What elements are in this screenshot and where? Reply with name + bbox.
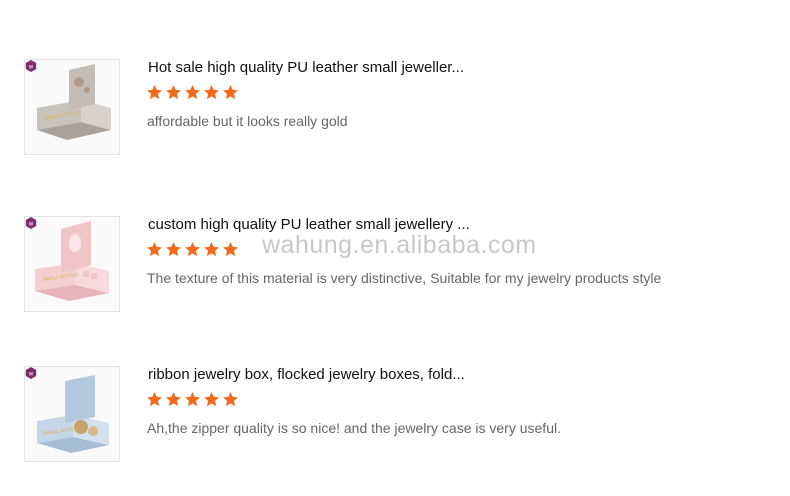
- grey-jewelry-box-icon: SMALL WORLD: [37, 64, 111, 140]
- star-icon: [147, 85, 162, 100]
- review-comment: Ah,the zipper quality is so nice! and th…: [147, 420, 561, 436]
- star-icon: [185, 392, 200, 407]
- review-comment: The texture of this material is very dis…: [147, 270, 662, 286]
- supplier-badge-icon: w: [25, 217, 37, 229]
- product-title[interactable]: custom high quality PU leather small jew…: [148, 216, 470, 233]
- supplier-badge-icon: w: [25, 60, 37, 72]
- star-icon: [166, 242, 181, 257]
- star-icon: [223, 242, 238, 257]
- product-title[interactable]: ribbon jewelry box, flocked jewelry boxe…: [148, 366, 465, 383]
- blue-jewelry-box-icon: SMALL WORLD: [37, 375, 109, 453]
- star-rating: [146, 241, 239, 258]
- star-icon: [166, 85, 181, 100]
- star-rating: [146, 84, 239, 101]
- review-comment: affordable but it looks really gold: [147, 113, 348, 129]
- star-icon: [166, 392, 181, 407]
- product-thumbnail[interactable]: SMALL WORLD w: [24, 366, 120, 462]
- star-rating: [146, 391, 239, 408]
- svg-text:w: w: [28, 372, 34, 378]
- review-item: SMALL WORLD w custom high quality PU lea…: [24, 216, 764, 314]
- star-icon: [223, 392, 238, 407]
- product-title[interactable]: Hot sale high quality PU leather small j…: [148, 59, 464, 76]
- star-icon: [204, 85, 219, 100]
- review-item: SMALL WORLD w Hot sale high quality PU l…: [24, 59, 764, 157]
- svg-text:w: w: [28, 65, 34, 71]
- star-icon: [185, 85, 200, 100]
- star-icon: [147, 242, 162, 257]
- star-icon: [147, 392, 162, 407]
- star-icon: [204, 392, 219, 407]
- star-icon: [223, 85, 238, 100]
- product-thumbnail[interactable]: SMALL WORLD w: [24, 216, 120, 312]
- star-icon: [204, 242, 219, 257]
- supplier-badge-icon: w: [25, 367, 37, 379]
- svg-text:w: w: [28, 222, 34, 228]
- pink-jewelry-box-icon: SMALL WORLD: [35, 221, 109, 301]
- review-item: SMALL WORLD w ribbon jewelry box, flocke…: [24, 366, 764, 464]
- product-thumbnail[interactable]: SMALL WORLD w: [24, 59, 120, 155]
- star-icon: [185, 242, 200, 257]
